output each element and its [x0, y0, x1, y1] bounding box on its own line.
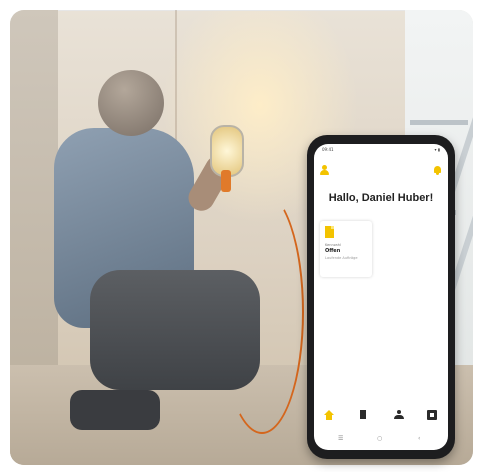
bottom-navigation	[314, 406, 448, 426]
worker-head	[98, 70, 164, 136]
status-time: 09:41	[322, 147, 334, 152]
bell-icon[interactable]	[433, 165, 442, 175]
worker-pants	[90, 270, 260, 390]
system-menu-button[interactable]: ☰	[338, 435, 343, 442]
ladder-step	[410, 120, 468, 125]
nav-user-icon[interactable]	[394, 410, 404, 420]
greeting-title: Hallo, Daniel Huber!	[328, 192, 434, 204]
tile-category: Kennzahl	[325, 243, 341, 247]
phone-screen: 09:41 ▾ ▮ Hallo, Daniel Huber! Kennzahl …	[314, 144, 448, 450]
tile-subtitle: Laufende Aufträge	[325, 256, 358, 260]
worker-shoe	[70, 390, 160, 430]
tile-title: Offen	[325, 248, 341, 254]
system-home-button[interactable]: ○	[377, 435, 382, 442]
nav-box-icon[interactable]	[427, 410, 437, 420]
avatar-icon[interactable]	[320, 165, 329, 176]
system-navigation-bar: ☰ ○ ‹	[314, 432, 448, 446]
nav-home-icon[interactable]	[324, 410, 334, 420]
system-back-button[interactable]: ‹	[418, 435, 420, 442]
work-lamp-handle	[221, 170, 231, 192]
phone-mockup: 09:41 ▾ ▮ Hallo, Daniel Huber! Kennzahl …	[307, 135, 455, 459]
status-icons: ▾ ▮	[434, 147, 440, 152]
dashboard-tile[interactable]: Kennzahl Offen Laufende Aufträge	[320, 221, 372, 277]
nav-document-icon[interactable]	[358, 410, 368, 420]
document-icon	[325, 226, 334, 238]
